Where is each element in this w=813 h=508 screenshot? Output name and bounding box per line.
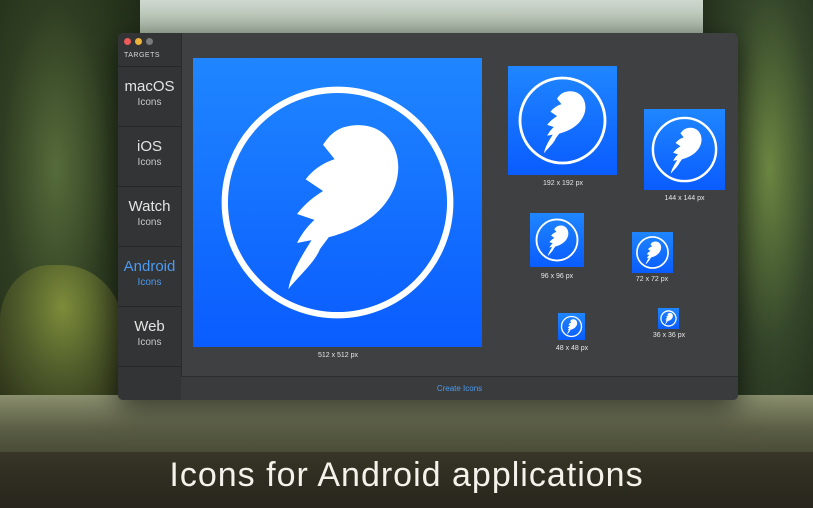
app-window: TARGETS macOS Icons iOS Icons Watch Icon…	[118, 33, 738, 400]
sidebar-title: TARGETS	[124, 52, 161, 59]
target-watch[interactable]: Watch Icons	[118, 186, 181, 246]
close-window-button[interactable]	[124, 38, 131, 45]
feather-icon	[651, 116, 718, 183]
icon-preview-192	[508, 66, 617, 175]
create-icons-button[interactable]: Create Icons	[181, 384, 738, 393]
target-name: Android	[123, 258, 176, 275]
icon-size-label: 96 x 96 px	[540, 273, 574, 280]
icon-size-label: 512 x 512 px	[317, 352, 359, 359]
sidebar-border	[181, 33, 182, 400]
icon-size-label: 72 x 72 px	[635, 276, 669, 283]
feather-icon	[636, 236, 669, 269]
target-name: iOS	[136, 138, 162, 155]
target-sub: Icons	[137, 157, 162, 168]
target-sub: Icons	[137, 337, 162, 348]
window-footer: Create Icons	[181, 376, 738, 400]
minimize-window-button[interactable]	[135, 38, 142, 45]
feather-icon	[535, 218, 579, 262]
target-sub: Icons	[137, 217, 162, 228]
target-name: macOS	[124, 78, 175, 95]
target-sub: Icons	[137, 277, 162, 288]
window-controls	[124, 38, 153, 45]
feather-icon	[221, 86, 454, 319]
target-macos[interactable]: macOS Icons	[118, 66, 181, 126]
icon-preview-96	[530, 213, 584, 267]
icon-size-label: 36 x 36 px	[652, 332, 686, 339]
target-web[interactable]: Web Icons	[118, 306, 181, 366]
icon-preview-144	[644, 109, 725, 190]
target-name: Watch	[128, 198, 171, 215]
icon-preview-48	[558, 313, 585, 340]
target-name: Web	[134, 318, 165, 335]
target-ios[interactable]: iOS Icons	[118, 126, 181, 186]
promo-caption: Icons for Android applications	[169, 456, 644, 494]
targets-sidebar: TARGETS macOS Icons iOS Icons Watch Icon…	[118, 33, 181, 400]
background-mossy-rock	[0, 265, 125, 405]
feather-icon	[518, 76, 607, 165]
icon-preview-36	[658, 308, 679, 329]
feather-icon	[560, 315, 583, 338]
target-sub: Icons	[137, 97, 162, 108]
zoom-window-button[interactable]	[146, 38, 153, 45]
sidebar-divider	[118, 366, 181, 367]
target-android[interactable]: Android Icons	[118, 246, 181, 306]
icon-preview-72	[632, 232, 673, 273]
icon-preview-512	[193, 58, 482, 347]
feather-icon	[660, 310, 677, 327]
icon-size-label: 144 x 144 px	[664, 195, 705, 202]
icon-size-label: 48 x 48 px	[555, 345, 589, 352]
icon-size-label: 192 x 192 px	[542, 180, 584, 187]
